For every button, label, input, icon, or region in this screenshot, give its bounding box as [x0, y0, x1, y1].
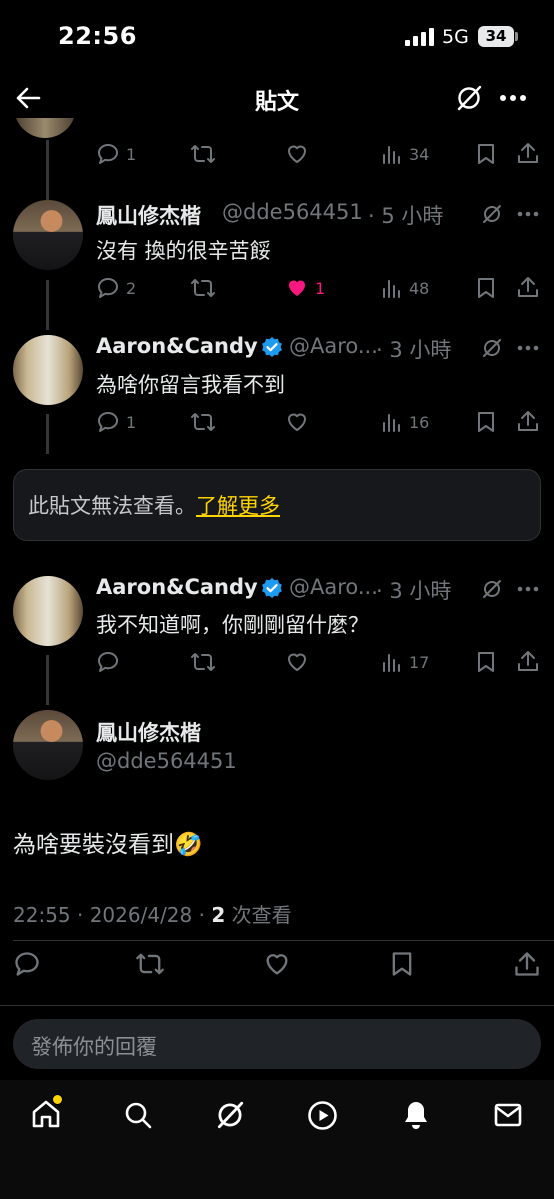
share-icon[interactable]	[513, 950, 541, 978]
share-icon[interactable]	[516, 409, 540, 433]
bell-icon[interactable]	[401, 1099, 431, 1131]
notice-message: 此貼文無法查看。	[28, 494, 196, 518]
bookmark-icon[interactable]	[475, 276, 497, 300]
play-icon[interactable]	[307, 1100, 338, 1131]
divider	[0, 1005, 554, 1006]
author-name[interactable]: Aaron&Candy	[96, 575, 258, 599]
reply-text: 為啥你留言我看不到	[96, 373, 285, 397]
author-name[interactable]: 鳳山修杰楷	[96, 200, 201, 230]
battery-nub	[515, 32, 518, 41]
status-time: 22:56	[58, 22, 137, 50]
main-author-name[interactable]: 鳳山修杰楷	[96, 717, 201, 747]
bookmark-icon[interactable]	[475, 650, 497, 674]
views-icon[interactable]	[381, 276, 403, 300]
view-count: 34	[409, 145, 430, 164]
reply-count: 1	[126, 413, 137, 432]
thread-line	[46, 140, 49, 200]
grok-icon[interactable]	[214, 1099, 246, 1131]
more-icon[interactable]	[499, 94, 527, 102]
reply-count: 2	[126, 279, 137, 298]
reply-text: 沒有 換的很辛苦餒	[96, 239, 271, 263]
avatar[interactable]	[13, 335, 83, 405]
search-icon[interactable]	[123, 1100, 153, 1130]
view-count: 16	[409, 413, 430, 432]
mail-icon[interactable]	[494, 1103, 522, 1127]
reply-action-row: 2 1 48	[96, 274, 546, 304]
battery-level: 34	[478, 26, 514, 47]
reply-icon[interactable]	[96, 410, 120, 434]
network-type: 5G	[442, 26, 469, 48]
reply-input-placeholder: 發佈你的回覆	[31, 1035, 157, 1059]
share-icon[interactable]	[516, 649, 540, 673]
signal-icon	[405, 28, 435, 46]
reply-icon[interactable]	[96, 650, 120, 674]
grok-icon[interactable]	[481, 203, 503, 225]
repost-icon[interactable]	[190, 410, 216, 434]
main-post-text: 為啥要裝沒看到🤣	[13, 825, 203, 859]
reply-text: 我不知道啊，你剛剛留什麼？	[96, 613, 369, 637]
grok-icon[interactable]	[481, 337, 503, 359]
repost-icon[interactable]	[190, 650, 216, 674]
repost-icon[interactable]	[190, 276, 216, 300]
like-icon[interactable]	[285, 410, 309, 434]
grok-icon[interactable]	[481, 578, 503, 600]
divider	[13, 940, 554, 941]
verified-badge-icon	[261, 577, 283, 599]
repost-icon[interactable]	[190, 142, 216, 166]
verified-badge-icon	[261, 336, 283, 358]
view-count: 48	[409, 279, 430, 298]
share-icon[interactable]	[516, 275, 540, 299]
reply-icon[interactable]	[13, 950, 41, 978]
grok-icon[interactable]	[454, 83, 484, 113]
liked-heart-icon[interactable]	[285, 276, 309, 300]
avatar[interactable]	[13, 200, 83, 270]
like-icon[interactable]	[285, 650, 309, 674]
reply-action-row: 1 16	[96, 408, 546, 438]
views-label: 次查看	[225, 903, 292, 927]
like-icon[interactable]	[285, 142, 309, 166]
main-author-handle[interactable]: @dde564451	[96, 749, 237, 773]
thread-line	[46, 655, 49, 705]
thread-line	[46, 280, 49, 330]
avatar[interactable]	[13, 576, 83, 646]
more-icon[interactable]	[517, 586, 539, 592]
thread-line	[46, 414, 49, 454]
views-icon[interactable]	[381, 410, 403, 434]
author-handle[interactable]: @Aaro...	[289, 334, 378, 358]
reply-icon[interactable]	[96, 142, 120, 166]
reply-icon[interactable]	[96, 276, 120, 300]
bookmark-icon[interactable]	[475, 410, 497, 434]
reply-action-row: 17	[96, 648, 546, 678]
author-name[interactable]: Aaron&Candy	[96, 334, 258, 358]
like-count: 1	[315, 279, 326, 298]
reply-count: 1	[126, 145, 137, 164]
author-handle[interactable]: @dde564451	[222, 200, 363, 224]
learn-more-link[interactable]: 了解更多	[196, 494, 280, 518]
more-icon[interactable]	[517, 211, 539, 217]
bookmark-icon[interactable]	[389, 950, 415, 978]
main-action-row	[13, 950, 553, 980]
post-time: · 5 小時	[368, 204, 444, 228]
post-time: · 3 小時	[376, 338, 452, 362]
share-icon[interactable]	[516, 141, 540, 165]
bottom-nav	[0, 1080, 554, 1199]
rofl-emoji: 🤣	[174, 832, 203, 858]
author-handle[interactable]: @Aaro...	[289, 575, 378, 599]
views-icon[interactable]	[381, 142, 403, 166]
more-icon[interactable]	[517, 345, 539, 351]
view-count: 17	[409, 653, 430, 672]
timestamp-text: 22:55 · 2026/4/28 ·	[13, 903, 212, 927]
repost-icon[interactable]	[135, 950, 165, 978]
views-number: 2	[211, 903, 226, 927]
views-icon[interactable]	[381, 650, 403, 674]
post-time: · 3 小時	[376, 579, 452, 603]
main-post-body: 為啥要裝沒看到	[13, 832, 174, 858]
avatar[interactable]	[13, 710, 83, 780]
reply-action-row: 1 34	[96, 140, 546, 170]
post-timestamp: 22:55 · 2026/4/28 · 2 次查看	[13, 899, 292, 928]
like-icon[interactable]	[263, 950, 291, 978]
bookmark-icon[interactable]	[475, 142, 497, 166]
home-notification-dot	[52, 1094, 63, 1105]
unavailable-notice-text: 此貼文無法查看。了解更多	[28, 490, 280, 520]
